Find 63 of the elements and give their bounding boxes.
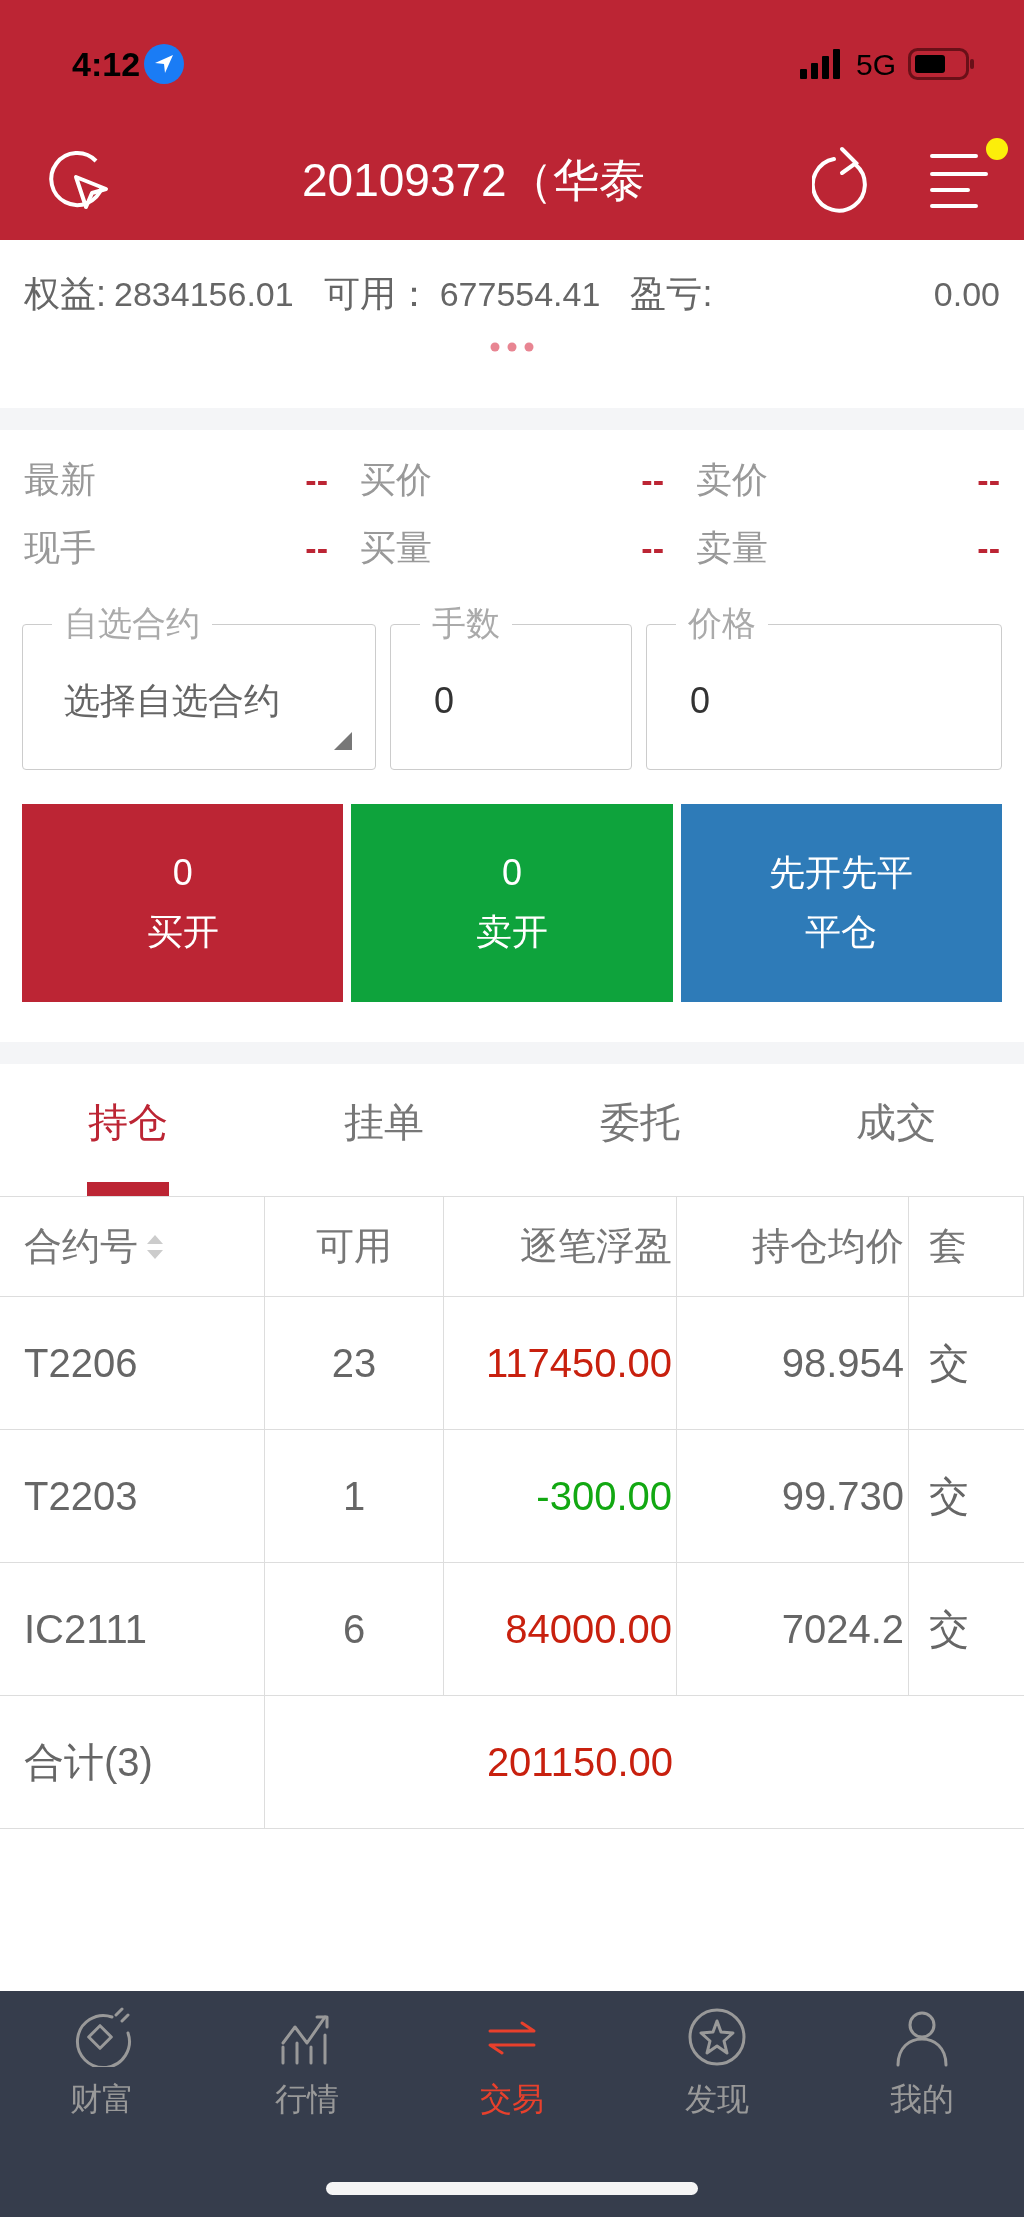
table-cell-text: 84000.00: [505, 1606, 672, 1653]
quote-value: --: [977, 459, 1000, 501]
table-cell-text: 交: [929, 1606, 969, 1653]
table-cell-text: 1: [342, 1473, 366, 1520]
field-value: 0: [434, 679, 455, 723]
status-time: 4:12: [72, 43, 141, 85]
summary-label: 盈亏:: [630, 272, 713, 316]
tab[interactable]: 成交: [768, 1064, 1024, 1196]
quote-value: --: [305, 527, 328, 569]
table-cell-text: 交: [929, 1473, 969, 1520]
summary-value: 0.00: [933, 273, 1000, 315]
summary-label: 可用：: [323, 272, 432, 316]
dropdown-icon: [334, 732, 352, 750]
network-label: 5G: [855, 46, 896, 83]
table-cell-text: 6: [342, 1606, 366, 1653]
quote-label: 买价: [360, 458, 432, 502]
column-header: 套: [929, 1224, 967, 1269]
table-cell-text: 7024.2: [781, 1606, 904, 1653]
table-cell-text: IC2111: [24, 1606, 148, 1653]
location-icon: [144, 44, 185, 84]
field-value: 0: [690, 679, 711, 723]
quote-label: 卖量: [696, 526, 768, 570]
battery-icon: [908, 48, 974, 80]
quote-label: 最新: [24, 458, 96, 502]
table-cell-text: 98.954: [781, 1340, 904, 1387]
table-cell-text: T2203: [24, 1473, 138, 1520]
quote-value: --: [977, 527, 1000, 569]
table-cell-text: 99.730: [781, 1473, 904, 1520]
total-label: 合计(3): [24, 1739, 153, 1786]
quote-label: 卖价: [696, 458, 768, 502]
header-cell[interactable]: 合约号: [0, 1197, 265, 1296]
table-cell-text: -300.00: [536, 1473, 672, 1520]
table-cell-text: T2206: [24, 1340, 138, 1387]
quote-value: --: [641, 527, 664, 569]
summary-label: 权益:: [24, 272, 106, 316]
total-value: 201150.00: [486, 1739, 673, 1786]
account-title: 20109372（华泰: [302, 152, 645, 208]
table-cell-text: 23: [331, 1340, 377, 1387]
summary-value: 2834156.01: [114, 273, 294, 315]
quote-value: --: [305, 459, 328, 501]
nav-item[interactable]: 交易: [409, 2007, 615, 2123]
quote-value: --: [641, 459, 664, 501]
quote-label: 现手: [24, 526, 96, 570]
trade-button[interactable]: 先开先平 平仓: [680, 804, 1002, 1002]
tab[interactable]: 委托: [512, 1064, 768, 1196]
more-icon[interactable]: [490, 342, 534, 352]
nav-item[interactable]: 行情: [204, 2007, 410, 2123]
nav-item[interactable]: 财富: [0, 2007, 205, 2123]
field-value: 选择自选合约: [64, 679, 280, 723]
trade-button[interactable]: 0 买开: [22, 804, 344, 1002]
column-header: 合约号: [24, 1224, 138, 1269]
nav-item[interactable]: 发现: [614, 2007, 820, 2123]
tab[interactable]: 挂单: [256, 1064, 512, 1196]
column-header: 逐笔浮盈: [520, 1224, 672, 1269]
trade-button[interactable]: 0 卖开: [351, 804, 673, 1002]
summary-value: 677554.41: [439, 273, 601, 315]
column-header: 可用: [316, 1224, 392, 1269]
table-cell-text: 117450.00: [485, 1340, 672, 1387]
table-cell-text: 交: [929, 1340, 969, 1387]
column-header: 持仓均价: [752, 1224, 904, 1269]
nav-item[interactable]: 我的: [819, 2007, 1024, 2123]
quote-label: 买量: [360, 526, 432, 570]
tab[interactable]: 持仓: [0, 1064, 256, 1196]
